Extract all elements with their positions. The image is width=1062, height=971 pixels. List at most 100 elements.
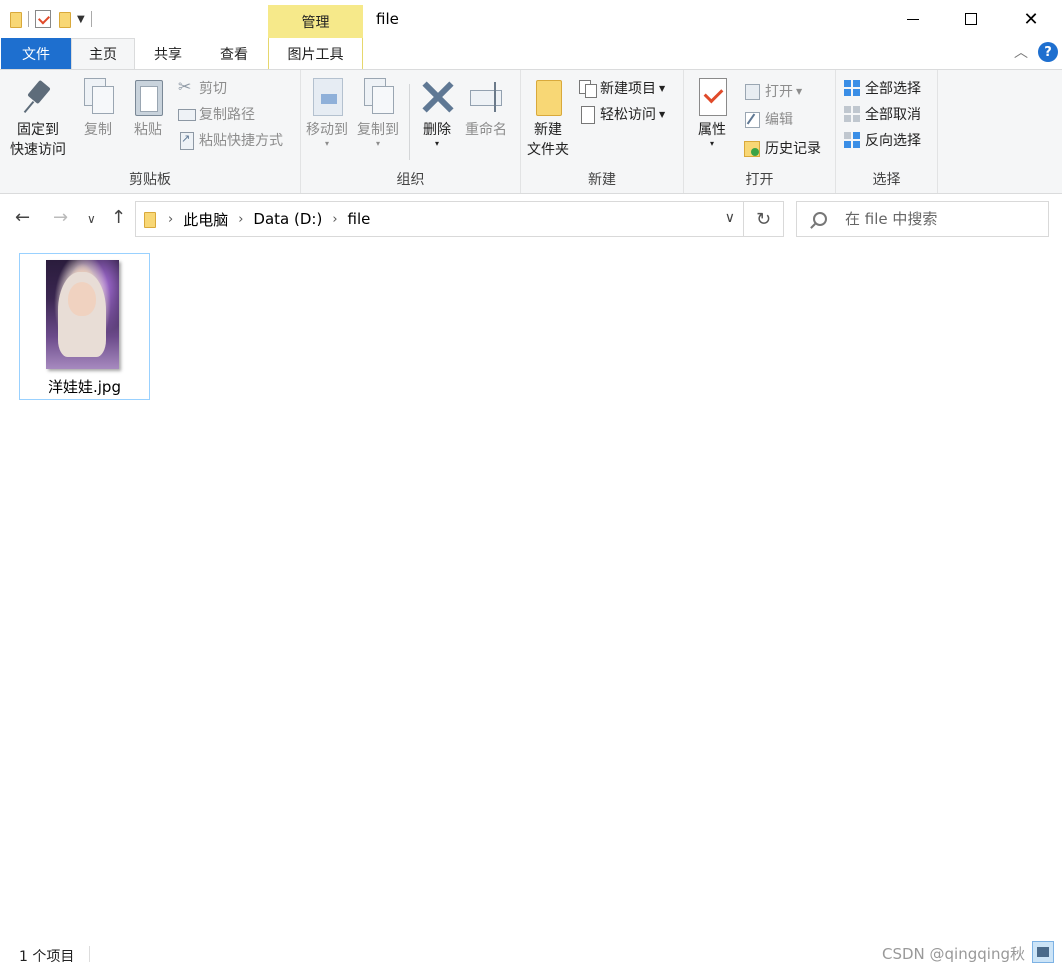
search-icon xyxy=(813,212,827,226)
title-bar: ▼ 管理 file ✕ xyxy=(0,0,1062,38)
image-thumbnail xyxy=(46,260,119,369)
tab-picture-tools[interactable]: 图片工具 xyxy=(268,38,363,69)
new-item-button[interactable]: 新建项目 ▼ xyxy=(579,76,665,100)
maximize-button[interactable] xyxy=(942,0,1000,38)
folder-icon xyxy=(142,211,156,228)
shortcut-icon xyxy=(178,132,194,150)
pin-to-quick-access-button[interactable]: 固定到 快速访问 xyxy=(10,76,66,160)
select-all-button[interactable]: 全部选择 xyxy=(844,76,921,100)
copy-to-button[interactable]: 复制到 ▾ xyxy=(357,76,399,148)
open-label: 打开 xyxy=(765,84,793,100)
close-button[interactable]: ✕ xyxy=(1002,0,1060,38)
context-tab-manage[interactable]: 管理 xyxy=(268,5,363,38)
tab-view[interactable]: 查看 xyxy=(201,38,267,69)
new-folder-icon[interactable] xyxy=(57,11,71,28)
new-folder-label: 新建 xyxy=(534,122,562,138)
chevron-right-icon[interactable]: › xyxy=(238,212,243,227)
history-button[interactable]: 历史记录 xyxy=(744,136,821,160)
new-folder-button[interactable]: 新建 文件夹 xyxy=(527,76,569,160)
ribbon-controls: ︿ ? xyxy=(1014,42,1058,62)
open-icon xyxy=(744,83,760,100)
search-box[interactable] xyxy=(796,201,1049,237)
breadcrumb-file[interactable]: file xyxy=(348,210,371,228)
select-all-icon xyxy=(844,80,860,96)
scissors-icon xyxy=(178,77,194,96)
quick-access-toolbar: ▼ xyxy=(8,8,92,30)
copy-path-button[interactable]: 复制路径 xyxy=(178,102,255,126)
divider xyxy=(409,84,410,160)
minimize-button[interactable] xyxy=(884,0,942,38)
ribbon-tabs: 文件 主页 共享 查看 图片工具 ︿ ? xyxy=(0,38,1062,69)
tab-home[interactable]: 主页 xyxy=(71,38,135,69)
clipboard-icon xyxy=(130,76,166,118)
divider xyxy=(28,11,29,27)
copy-to-label: 复制到 xyxy=(357,122,399,138)
chevron-right-icon[interactable]: › xyxy=(168,212,173,227)
open-button[interactable]: 打开 ▼ xyxy=(744,79,802,103)
properties-checkmark-icon xyxy=(694,76,730,118)
large-icons-view-icon[interactable] xyxy=(1032,941,1054,963)
up-arrow-icon[interactable]: ↑ xyxy=(111,207,126,228)
copy-to-icon xyxy=(360,76,396,118)
move-to-button[interactable]: 移动到 ▾ xyxy=(306,76,348,148)
paste-button[interactable]: 粘贴 xyxy=(130,76,166,140)
history-icon xyxy=(744,140,760,157)
forward-arrow-icon[interactable]: → xyxy=(53,207,68,228)
collapse-ribbon-chevron-up-icon[interactable]: ︿ xyxy=(1014,42,1028,62)
status-bar: 1 个项目 CSDN @qingqing秋 xyxy=(0,933,1062,971)
easy-access-button[interactable]: 轻松访问 ▼ xyxy=(579,102,665,126)
rename-button[interactable]: 重命名 xyxy=(465,76,507,140)
edit-button[interactable]: 编辑 xyxy=(744,107,793,131)
tab-share[interactable]: 共享 xyxy=(135,38,201,69)
ribbon: 固定到 快速访问 复制 粘贴 剪切 复制路径 粘贴快捷方式 剪贴板 移动到 xyxy=(0,69,1062,194)
invert-selection-icon xyxy=(844,132,860,148)
copy-path-icon xyxy=(178,106,196,122)
select-none-icon xyxy=(844,106,860,122)
new-item-icon xyxy=(579,80,597,98)
recent-locations-chevron-down-icon[interactable]: ∨ xyxy=(87,212,96,226)
file-list-pane[interactable]: 洋娃娃.jpg xyxy=(0,243,1062,933)
rename-label: 重命名 xyxy=(465,122,507,138)
dropdown-arrow-icon: ▾ xyxy=(709,139,714,148)
search-input[interactable] xyxy=(845,210,1045,228)
properties-button[interactable]: 属性 ▾ xyxy=(694,76,730,148)
folder-icon xyxy=(530,76,566,118)
delete-button[interactable]: 删除 ▾ xyxy=(419,76,455,148)
properties-icon[interactable] xyxy=(35,10,51,28)
dropdown-arrow-icon: ▼ xyxy=(659,83,666,93)
invert-selection-button[interactable]: 反向选择 xyxy=(844,128,921,152)
dropdown-arrow-icon: ▾ xyxy=(375,139,380,148)
breadcrumb-data-drive[interactable]: Data (D:) xyxy=(253,210,322,228)
refresh-button[interactable]: ↻ xyxy=(744,201,784,237)
folder-icon[interactable] xyxy=(8,11,22,28)
cut-button[interactable]: 剪切 xyxy=(178,76,227,100)
chevron-right-icon[interactable]: › xyxy=(332,212,337,227)
address-history-chevron-down-icon[interactable]: ∨ xyxy=(725,210,735,226)
dropdown-arrow-icon: ▼ xyxy=(659,109,666,119)
copy-path-label: 复制路径 xyxy=(199,107,255,123)
address-bar[interactable]: › 此电脑 › Data (D:) › file ∨ xyxy=(135,201,744,237)
pin-icon xyxy=(20,76,56,118)
customize-toolbar-dropdown-icon[interactable]: ▼ xyxy=(77,14,85,25)
file-item[interactable]: 洋娃娃.jpg xyxy=(19,253,150,400)
group-label-new: 新建 xyxy=(588,172,616,188)
tab-file[interactable]: 文件 xyxy=(1,38,71,69)
back-arrow-icon[interactable]: ← xyxy=(15,207,30,228)
pin-label-line2: 快速访问 xyxy=(10,142,66,158)
select-none-label: 全部取消 xyxy=(865,107,921,123)
group-label-select: 选择 xyxy=(872,172,901,188)
divider xyxy=(90,11,92,27)
pin-label: 固定到 xyxy=(17,122,59,138)
delete-x-icon xyxy=(419,76,455,118)
new-item-label: 新建项目 xyxy=(600,81,656,97)
select-none-button[interactable]: 全部取消 xyxy=(844,102,921,126)
cut-label: 剪切 xyxy=(199,81,227,97)
copy-icon xyxy=(80,76,116,118)
dropdown-arrow-icon: ▾ xyxy=(434,139,439,148)
file-name: 洋娃娃.jpg xyxy=(48,378,121,396)
paste-shortcut-button[interactable]: 粘贴快捷方式 xyxy=(178,128,283,152)
copy-button[interactable]: 复制 xyxy=(80,76,116,140)
refresh-icon: ↻ xyxy=(755,208,772,230)
help-icon[interactable]: ? xyxy=(1038,42,1058,62)
breadcrumb-this-pc[interactable]: 此电脑 xyxy=(183,209,228,230)
